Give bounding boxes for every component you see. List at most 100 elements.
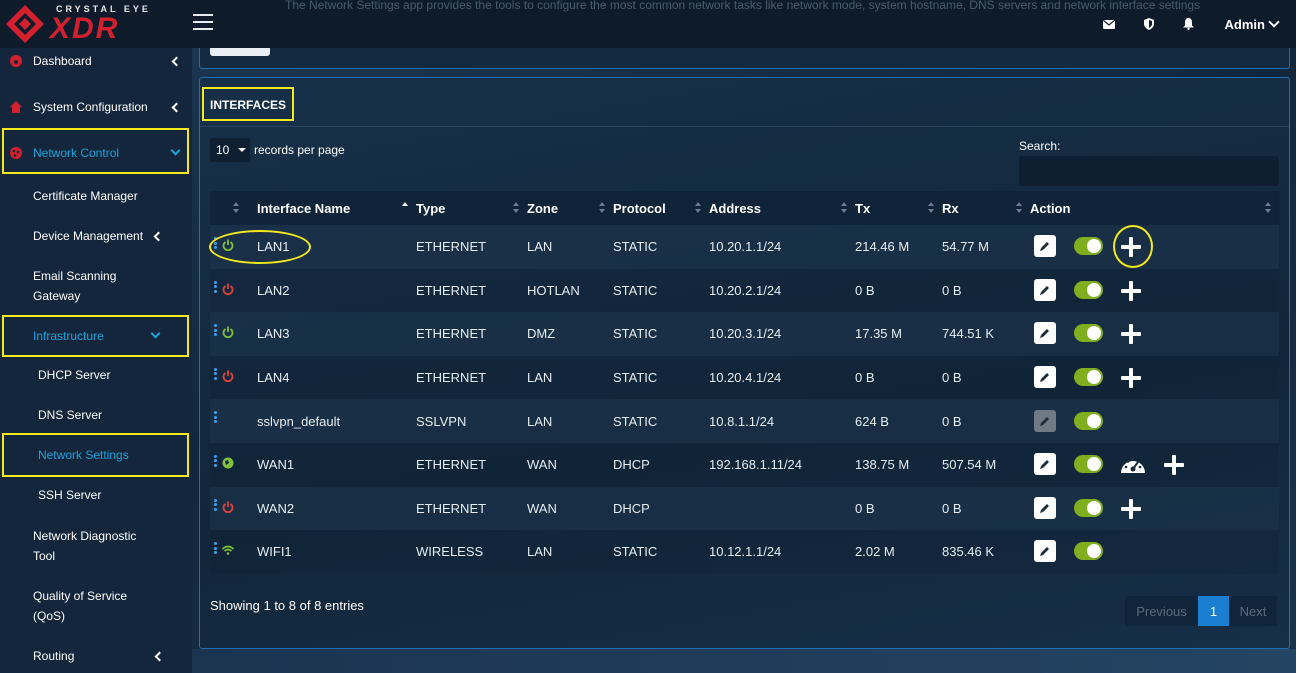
- pencil-icon: [1040, 329, 1049, 339]
- add-icon[interactable]: [1121, 498, 1141, 519]
- edit-button[interactable]: [1034, 322, 1056, 345]
- status-cell[interactable]: [210, 399, 257, 443]
- interface-rx: 744.51 K: [942, 326, 995, 342]
- action-cell: [1030, 399, 1279, 443]
- sort-icon: [841, 202, 847, 214]
- enable-toggle[interactable]: [1074, 498, 1103, 517]
- drag-handle-icon[interactable]: [214, 367, 217, 380]
- edit-button[interactable]: [1034, 496, 1056, 519]
- enable-toggle[interactable]: [1074, 455, 1103, 474]
- enable-toggle[interactable]: [1074, 542, 1103, 561]
- edit-button[interactable]: [1034, 409, 1056, 432]
- settings-button[interactable]: [210, 48, 270, 56]
- sidebar-item-dhcp-server[interactable]: DHCP Server: [38, 368, 110, 382]
- interface-zone: LAN: [527, 413, 553, 429]
- sidebar-item-certificate-manager[interactable]: Certificate Manager: [33, 186, 138, 206]
- sidebar-item-infrastructure[interactable]: Infrastructure: [0, 327, 192, 345]
- next-page-button[interactable]: Next: [1229, 596, 1277, 626]
- add-icon[interactable]: [1164, 455, 1184, 476]
- interface-zone: LAN: [527, 370, 553, 386]
- edit-button[interactable]: [1034, 278, 1056, 301]
- sidebar-item-label: Routing: [33, 649, 75, 663]
- drag-handle-icon[interactable]: [214, 542, 217, 555]
- interface-name: WAN2: [257, 500, 295, 516]
- add-icon[interactable]: [1121, 280, 1141, 301]
- status-cell[interactable]: [210, 356, 257, 400]
- interface-type: WIRELESS: [416, 544, 484, 560]
- enable-toggle[interactable]: [1074, 324, 1103, 343]
- enable-toggle[interactable]: [1074, 368, 1103, 387]
- add-icon[interactable]: [1121, 324, 1141, 345]
- column-header-tx[interactable]: Tx: [855, 191, 942, 225]
- edit-button[interactable]: [1034, 235, 1056, 258]
- records-select[interactable]: 10: [210, 138, 250, 162]
- drag-handle-icon[interactable]: [214, 280, 217, 293]
- table-row: WAN1 ETHERNET WAN DHCP 192.168.1.11/24 138.75…: [210, 442, 1279, 487]
- edit-button[interactable]: [1034, 540, 1056, 563]
- sidebar-item-device-management[interactable]: Device Management: [0, 227, 192, 245]
- interface-zone: DMZ: [527, 326, 556, 342]
- bell-icon[interactable]: [1169, 0, 1209, 48]
- enable-toggle[interactable]: [1074, 280, 1103, 299]
- drag-handle-icon[interactable]: [214, 498, 217, 511]
- mail-icon[interactable]: [1089, 0, 1129, 48]
- column-header-protocol[interactable]: Protocol: [613, 191, 709, 225]
- admin-menu[interactable]: Admin: [1225, 16, 1280, 32]
- table-row: sslvpn_default SSLVPN LAN STATIC 10.8.1.1/24…: [210, 399, 1279, 443]
- column-header-zone[interactable]: Zone: [527, 191, 613, 225]
- column-header-interface-name[interactable]: Interface Name: [257, 191, 416, 225]
- enable-toggle[interactable]: [1074, 237, 1103, 256]
- status-cell[interactable]: [210, 487, 257, 531]
- search-input[interactable]: [1019, 156, 1279, 186]
- edit-button[interactable]: [1034, 366, 1056, 389]
- action-cell: [1030, 443, 1279, 487]
- speedometer-icon[interactable]: [1120, 454, 1146, 476]
- column-header-address[interactable]: Address: [709, 191, 855, 225]
- pencil-icon: [1040, 416, 1049, 426]
- table-row: LAN3 ETHERNET DMZ STATIC 10.20.3.1/24 17.35 M…: [210, 312, 1279, 356]
- column-header-rx[interactable]: Rx: [942, 191, 1030, 225]
- column-header-type[interactable]: Type: [416, 191, 527, 225]
- column-header-status[interactable]: [210, 191, 257, 225]
- sidebar-item-ssh-server[interactable]: SSH Server: [38, 488, 101, 502]
- sort-icon: [928, 202, 934, 214]
- sidebar-item-dashboard[interactable]: Dashboard: [0, 52, 192, 70]
- interface-rx: 0 B: [942, 500, 962, 516]
- pencil-icon: [1040, 503, 1049, 513]
- sidebar-item-system-configuration[interactable]: System Configuration: [0, 98, 192, 116]
- sidebar-item-label: Gateway: [33, 289, 81, 303]
- interface-name: LAN4: [257, 370, 290, 386]
- add-icon[interactable]: [1121, 368, 1141, 389]
- interface-zone: HOTLAN: [527, 282, 580, 298]
- sidebar-item-routing[interactable]: Routing: [0, 647, 192, 665]
- sidebar-item-network-control[interactable]: Network Control: [0, 144, 192, 162]
- drag-handle-icon[interactable]: [214, 324, 217, 337]
- sidebar-item-label: Network Control: [33, 146, 120, 160]
- sidebar-item-qos[interactable]: Quality of Service (QoS): [33, 586, 127, 626]
- network-icon: [10, 147, 22, 159]
- previous-page-button[interactable]: Previous: [1125, 596, 1198, 626]
- shield-icon[interactable]: [1129, 0, 1169, 48]
- status-cell[interactable]: [210, 312, 257, 356]
- sidebar-item-dns-server[interactable]: DNS Server: [38, 408, 102, 422]
- drag-handle-icon[interactable]: [214, 411, 217, 424]
- interface-rx: 54.77 M: [942, 239, 989, 255]
- sidebar-item-label: (QoS): [33, 609, 66, 623]
- interface-name: WIFI1: [257, 544, 292, 560]
- edit-button[interactable]: [1034, 453, 1056, 476]
- logo[interactable]: CRYSTAL EYE XDR: [0, 0, 192, 48]
- sidebar-item-network-diagnostic-tool[interactable]: Network Diagnostic Tool: [33, 526, 136, 566]
- status-cell[interactable]: [210, 443, 257, 487]
- chevron-down-icon: [150, 328, 161, 339]
- status-cell[interactable]: [210, 530, 257, 574]
- column-header-action[interactable]: Action: [1030, 191, 1279, 225]
- page-1-button[interactable]: 1: [1198, 596, 1229, 626]
- status-cell[interactable]: [210, 269, 257, 313]
- globe-icon: [222, 457, 234, 469]
- settings-panel: [199, 48, 1290, 69]
- sidebar-item-email-scanning-gateway[interactable]: Email Scanning Gateway: [33, 266, 116, 306]
- drag-handle-icon[interactable]: [214, 454, 217, 467]
- enable-toggle[interactable]: [1074, 411, 1103, 430]
- menu-toggle-icon[interactable]: [193, 14, 213, 32]
- sidebar-item-network-settings[interactable]: Network Settings: [38, 448, 129, 462]
